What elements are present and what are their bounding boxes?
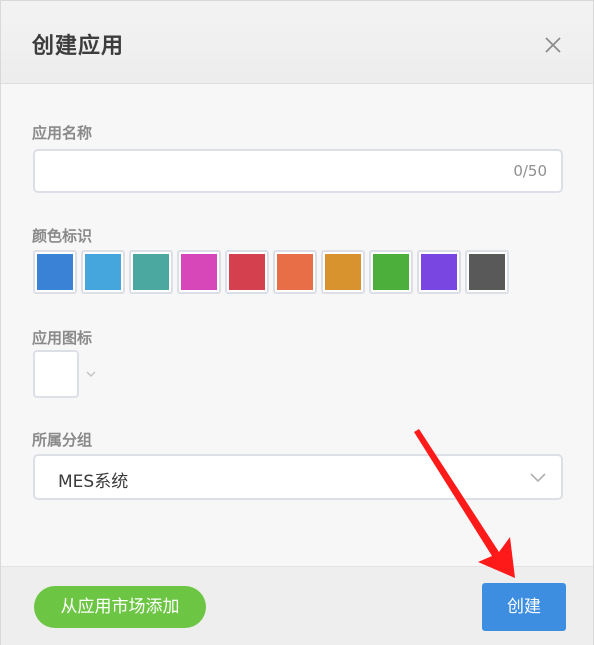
group-label: 所属分组 [32,431,93,449]
color-swatch-8[interactable] [369,250,413,294]
color-swatch-fill [469,254,505,290]
app-name-label: 应用名称 [32,124,93,142]
color-swatch-5[interactable] [225,250,269,294]
color-label: 颜色标识 [32,227,93,245]
color-swatch-3[interactable] [129,250,173,294]
color-swatch-fill [421,254,457,290]
color-swatch-fill [277,254,313,290]
close-button[interactable] [539,31,567,59]
color-swatch-fill [181,254,217,290]
color-swatch-fill [85,254,121,290]
group-selected-value: MES系统 [58,472,129,492]
color-swatch-7[interactable] [321,250,365,294]
color-swatch-6[interactable] [273,250,317,294]
create-app-dialog: 创建应用 应用名称 0/50 颜色标识 应用图标 所属分组 MES系统 从应用市… [0,0,594,645]
color-swatch-2[interactable] [81,250,125,294]
color-swatch-fill [325,254,361,290]
color-swatch-9[interactable] [417,250,461,294]
dialog-title: 创建应用 [32,34,125,59]
chevron-down-icon[interactable] [84,367,98,381]
app-name-char-counter: 0/50 [513,162,547,180]
dialog-footer: 从应用市场添加 创建 [1,566,593,645]
color-swatch-fill [37,254,73,290]
color-swatch-10[interactable] [465,250,509,294]
close-icon [545,37,561,53]
color-swatch-fill [229,254,265,290]
color-swatch-fill [373,254,409,290]
app-icon-label: 应用图标 [32,329,93,347]
create-button[interactable]: 创建 [482,583,566,631]
add-from-market-button[interactable]: 从应用市场添加 [34,586,206,628]
chevron-down-icon [530,473,546,483]
color-swatch-fill [133,254,169,290]
dialog-header: 创建应用 [1,1,593,84]
group-select[interactable]: MES系统 [33,454,563,500]
app-icon-picker[interactable] [33,350,79,398]
color-swatch-4[interactable] [177,250,221,294]
color-swatch-1[interactable] [33,250,77,294]
app-name-input[interactable]: 0/50 [33,149,563,193]
